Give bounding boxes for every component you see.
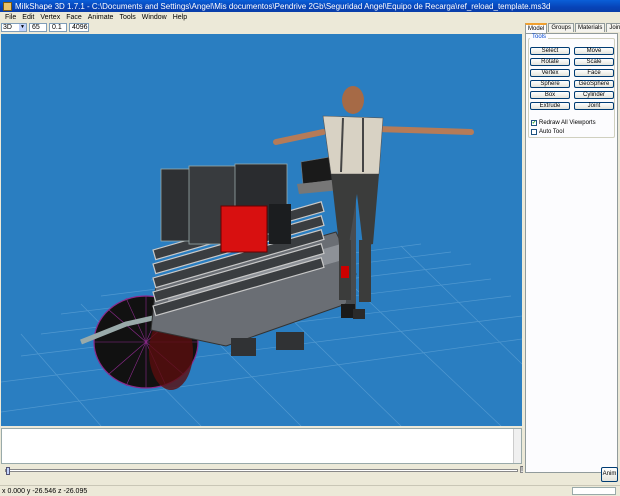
status-bar: x 0.000 y -26.546 z -26.095	[0, 485, 620, 496]
cylinder-button[interactable]: Cylinder	[574, 91, 614, 99]
geosphere-button[interactable]: GeoSphere	[574, 80, 614, 88]
menu-file[interactable]: File	[2, 14, 19, 21]
sphere-button[interactable]: Sphere	[530, 80, 570, 88]
menu-face[interactable]: Face	[63, 14, 85, 21]
auto-tool-checkbox[interactable]	[531, 129, 537, 135]
view-mode-select[interactable]: 3D ▼	[1, 23, 27, 32]
fov-field[interactable]: 65	[29, 23, 47, 32]
near-clip-field[interactable]: 0.1	[49, 23, 67, 32]
animation-timeline	[1, 466, 522, 475]
redraw-checkbox[interactable]: ✔	[531, 120, 537, 126]
auto-tool-label: Auto Tool	[539, 129, 564, 135]
vertex-button[interactable]: Vertex	[530, 69, 570, 77]
rotate-button[interactable]: Rotate	[530, 58, 570, 66]
timeline-thumb[interactable]	[6, 467, 10, 475]
redraw-label: Redraw All Viewports	[539, 120, 596, 126]
menu-tools[interactable]: Tools	[116, 14, 138, 21]
menu-window[interactable]: Window	[139, 14, 170, 21]
status-field	[572, 487, 616, 495]
panel-tabs: Model Groups Materials Joints	[523, 23, 620, 33]
menu-vertex[interactable]: Vertex	[37, 14, 63, 21]
tab-groups[interactable]: Groups	[548, 23, 575, 32]
timeline-track[interactable]	[5, 467, 518, 475]
face-button[interactable]: Face	[574, 69, 614, 77]
extrude-button[interactable]: Extrude	[530, 102, 570, 110]
menu-help[interactable]: Help	[170, 14, 190, 21]
scale-button[interactable]: Scale	[574, 58, 614, 66]
menu-edit[interactable]: Edit	[19, 14, 37, 21]
far-clip-field[interactable]: 4096	[69, 23, 89, 32]
cart-foot-right	[276, 332, 304, 350]
cursor-coords: x 0.000 y -26.546 z -26.095	[2, 487, 88, 495]
tab-materials[interactable]: Materials	[575, 23, 606, 32]
move-button[interactable]: Move	[574, 47, 614, 55]
cart-foot-left	[231, 338, 256, 356]
anim-button[interactable]: Anim	[601, 467, 618, 482]
message-scrollbar[interactable]	[513, 429, 521, 463]
chevron-down-icon[interactable]: ▼	[19, 24, 26, 31]
window-title: MilkShape 3D 1.7.1 - C:\Documents and Se…	[15, 1, 551, 11]
app-icon	[3, 1, 12, 11]
scene-render	[1, 86, 522, 426]
menu-bar: File Edit Vertex Face Animate Tools Wind…	[0, 12, 620, 22]
joint-button[interactable]: Joint	[574, 102, 614, 110]
viewport-toolbar: 3D ▼ 65 0.1 4096	[0, 22, 522, 33]
model-tab-panel: Tools Select Move Rotate Scale Vertex Fa…	[525, 33, 618, 473]
box-button[interactable]: Box	[530, 91, 570, 99]
select-button[interactable]: Select	[530, 47, 570, 55]
tab-model[interactable]: Model	[525, 23, 548, 33]
3d-viewport[interactable]	[1, 34, 522, 426]
right-panel: Model Groups Materials Joints Tools Sele…	[523, 22, 620, 484]
tools-group-label: Tools	[530, 34, 549, 40]
menu-animate[interactable]: Animate	[85, 14, 117, 21]
view-mode-value: 3D	[3, 24, 12, 31]
tool-buttons: Select Move Rotate Scale Vertex Face Sph…	[530, 47, 614, 110]
redraw-all-viewports-option[interactable]: ✔ Redraw All Viewports	[531, 120, 596, 126]
auto-tool-option[interactable]: Auto Tool	[531, 129, 564, 135]
title-bar: MilkShape 3D 1.7.1 - C:\Documents and Se…	[0, 0, 620, 12]
lockers	[160, 163, 291, 253]
tab-joints[interactable]: Joints	[606, 23, 620, 32]
message-area	[1, 428, 522, 464]
